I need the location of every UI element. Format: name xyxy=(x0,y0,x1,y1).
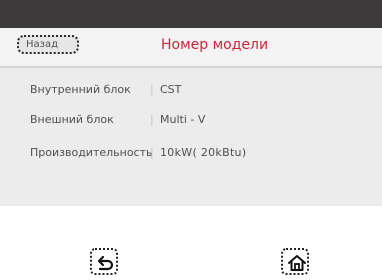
row-separator: | xyxy=(150,83,154,96)
outdoor-unit-label: Внешний блок xyxy=(30,113,114,126)
home-button[interactable] xyxy=(281,248,309,275)
page-title: Номер модели xyxy=(161,37,269,53)
capacity-value: 10kW( 20kBtu) xyxy=(160,146,247,159)
outdoor-unit-value: Multi - V xyxy=(160,113,206,126)
back-button-label: Назад xyxy=(26,39,59,50)
indoor-unit-label: Внутренний блок xyxy=(30,83,131,96)
back-button[interactable]: Назад xyxy=(17,35,79,54)
capacity-label: Производительность xyxy=(30,146,153,159)
home-icon xyxy=(288,255,306,271)
return-arrow-icon xyxy=(97,255,114,271)
model-number-screen: Назад Номер модели Внутренний блок | CST… xyxy=(0,0,382,280)
return-button[interactable] xyxy=(90,248,118,275)
row-separator: | xyxy=(150,113,154,126)
indoor-unit-value: CST xyxy=(160,83,182,96)
top-bar xyxy=(0,0,382,28)
row-separator: | xyxy=(150,146,154,159)
